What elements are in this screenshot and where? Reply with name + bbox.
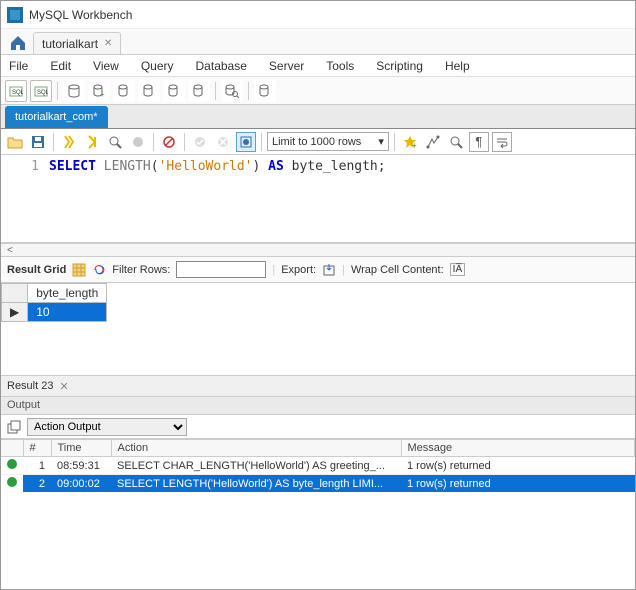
table-row[interactable]: ▶ 10 xyxy=(2,303,107,322)
svg-text:SQL: SQL xyxy=(37,90,48,96)
open-sql-icon[interactable]: SQL xyxy=(30,80,52,102)
close-icon[interactable]: ✕ xyxy=(59,380,68,393)
menu-server[interactable]: Server xyxy=(265,57,308,75)
menubar: File Edit View Query Database Server Too… xyxy=(1,55,635,77)
filter-input[interactable] xyxy=(176,261,266,278)
file-tabs: tutorialkart_com* xyxy=(1,105,635,129)
wrap-content-label: Wrap Cell Content: xyxy=(351,264,444,276)
commit-icon[interactable] xyxy=(190,132,210,152)
execute-current-icon[interactable] xyxy=(82,132,102,152)
status-ok-icon xyxy=(7,459,17,469)
connection-tab-label: tutorialkart xyxy=(42,37,98,51)
col-message[interactable]: Message xyxy=(401,440,635,457)
col-idx[interactable]: # xyxy=(23,440,51,457)
wrap-content-icon[interactable]: IA̅ xyxy=(450,263,465,276)
limit-rows-label: Limit to 1000 rows xyxy=(272,136,361,148)
db-tool4-icon[interactable] xyxy=(188,80,210,102)
separator xyxy=(57,82,58,100)
close-icon[interactable]: ✕ xyxy=(104,38,112,49)
line-gutter: 1 xyxy=(9,159,49,238)
output-bar: Action Output xyxy=(1,415,635,439)
row-indicator: ▶ xyxy=(2,303,28,322)
db-icon[interactable] xyxy=(63,80,85,102)
save-icon[interactable] xyxy=(28,132,48,152)
favorite-icon[interactable]: + xyxy=(400,132,420,152)
db-add-icon[interactable]: + xyxy=(88,80,110,102)
limit-rows-dropdown[interactable]: Limit to 1000 rows ▾ xyxy=(267,132,389,151)
row-header-corner xyxy=(2,284,28,303)
result-tabs: Result 23 ✕ xyxy=(1,375,635,397)
result-tab[interactable]: Result 23 xyxy=(7,380,53,392)
db-sync-icon[interactable] xyxy=(254,80,276,102)
output-selector[interactable]: Action Output xyxy=(27,418,187,436)
open-file-icon[interactable] xyxy=(5,132,25,152)
status-ok-icon xyxy=(7,477,17,487)
explain-icon[interactable] xyxy=(105,132,125,152)
separator xyxy=(215,82,216,100)
connection-tabs: tutorialkart ✕ xyxy=(1,29,635,55)
sql-editor[interactable]: 1 SELECT LENGTH('HelloWorld') AS byte_le… xyxy=(1,155,635,243)
wrap-icon[interactable] xyxy=(492,132,512,152)
refresh-icon[interactable] xyxy=(92,263,106,277)
separator xyxy=(53,133,54,151)
db-search-icon[interactable] xyxy=(221,80,243,102)
svg-text:+: + xyxy=(412,141,417,149)
col-action[interactable]: Action xyxy=(111,440,401,457)
separator xyxy=(153,133,154,151)
main-toolbar: SQL SQL + xyxy=(1,77,635,105)
find-icon[interactable] xyxy=(446,132,466,152)
invisible-chars-icon[interactable]: ¶ xyxy=(469,132,489,152)
export-label: Export: xyxy=(281,264,316,276)
output-stack-icon[interactable] xyxy=(7,420,21,434)
column-header[interactable]: byte_length xyxy=(28,284,107,303)
stop-icon[interactable] xyxy=(128,132,148,152)
autocommit-icon[interactable] xyxy=(236,132,256,152)
menu-tools[interactable]: Tools xyxy=(322,57,358,75)
rollback-icon[interactable] xyxy=(213,132,233,152)
separator xyxy=(261,133,262,151)
svg-text:SQL: SQL xyxy=(12,90,23,96)
result-toolbar: Result Grid Filter Rows: | Export: | Wra… xyxy=(1,257,635,283)
output-table: # Time Action Message 1 08:59:31 SELECT … xyxy=(1,439,635,492)
db-tool3-icon[interactable] xyxy=(163,80,185,102)
menu-database[interactable]: Database xyxy=(192,57,251,75)
output-header: Output xyxy=(1,397,635,415)
new-sql-tab-icon[interactable]: SQL xyxy=(5,80,27,102)
menu-edit[interactable]: Edit xyxy=(46,57,75,75)
db-tool2-icon[interactable] xyxy=(138,80,160,102)
home-icon[interactable] xyxy=(5,32,31,54)
menu-help[interactable]: Help xyxy=(441,57,474,75)
connection-tab[interactable]: tutorialkart ✕ xyxy=(33,32,121,54)
separator xyxy=(394,133,395,151)
splitter[interactable]: < xyxy=(1,243,635,257)
export-icon[interactable] xyxy=(322,263,336,277)
menu-query[interactable]: Query xyxy=(137,57,178,75)
titlebar: MySQL Workbench xyxy=(1,1,635,29)
no-commit-icon[interactable] xyxy=(159,132,179,152)
result-grid: byte_length ▶ 10 xyxy=(1,283,635,375)
menu-file[interactable]: File xyxy=(5,57,32,75)
app-logo-icon xyxy=(7,7,23,23)
grid-view-icon[interactable] xyxy=(72,263,86,277)
output-row[interactable]: 2 09:00:02 SELECT LENGTH('HelloWorld') A… xyxy=(1,475,635,493)
execute-icon[interactable] xyxy=(59,132,79,152)
beautify-icon[interactable] xyxy=(423,132,443,152)
svg-text:+: + xyxy=(100,90,105,98)
db-tool1-icon[interactable] xyxy=(113,80,135,102)
file-tab[interactable]: tutorialkart_com* xyxy=(5,106,108,128)
filter-label: Filter Rows: xyxy=(112,264,170,276)
col-time[interactable]: Time xyxy=(51,440,111,457)
separator xyxy=(184,133,185,151)
editor-toolbar: Limit to 1000 rows ▾ + ¶ xyxy=(1,129,635,155)
code-line: SELECT LENGTH('HelloWorld') AS byte_leng… xyxy=(49,159,386,238)
menu-scripting[interactable]: Scripting xyxy=(372,57,427,75)
separator xyxy=(248,82,249,100)
result-grid-label: Result Grid xyxy=(7,264,66,276)
menu-view[interactable]: View xyxy=(89,57,123,75)
cell-value[interactable]: 10 xyxy=(28,303,107,322)
output-row[interactable]: 1 08:59:31 SELECT CHAR_LENGTH('HelloWorl… xyxy=(1,457,635,475)
window-title: MySQL Workbench xyxy=(29,8,132,22)
file-tab-label: tutorialkart_com* xyxy=(15,111,98,123)
